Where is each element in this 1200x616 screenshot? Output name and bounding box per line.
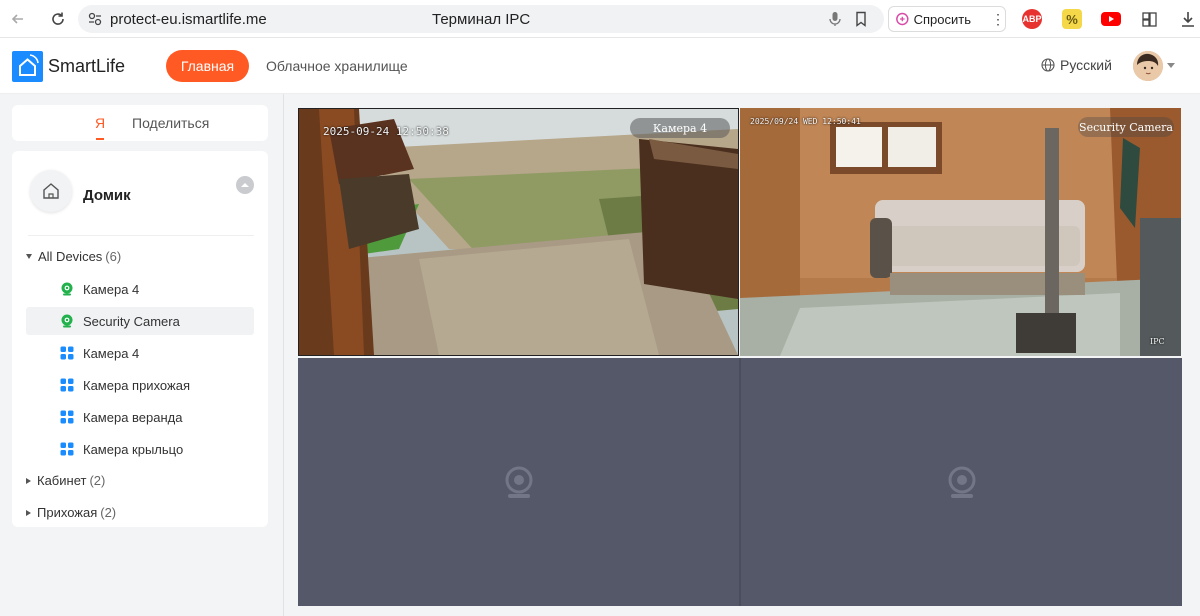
sidebar-divider (283, 94, 284, 616)
group-label: Прихожая (37, 505, 98, 520)
account-dropdown-icon[interactable] (1167, 63, 1175, 68)
ask-label: Спросить (913, 11, 971, 27)
address-bar[interactable]: protect-eu.ismartlife.me Терминал IPC (78, 5, 884, 33)
group-cabinet[interactable]: Кабинет (2) (26, 473, 105, 488)
video-watermark: IPC (1150, 337, 1165, 346)
device-grid-icon (60, 442, 74, 456)
nav-cloud-storage[interactable]: Облачное хранилище (266, 58, 408, 74)
browser-toolbar: protect-eu.ismartlife.me Терминал IPC Сп… (0, 0, 1200, 38)
url-text: protect-eu.ismartlife.me (110, 11, 267, 28)
extension-icon[interactable] (1140, 9, 1160, 29)
bookmark-icon[interactable] (854, 11, 868, 27)
nav-home-button[interactable]: Главная (166, 50, 249, 82)
chevron-down-icon (26, 254, 32, 259)
camera-online-icon (61, 282, 73, 296)
group-label: All Devices (38, 249, 103, 264)
device-item[interactable]: Камера 4 (26, 339, 254, 367)
smartlife-logo-icon[interactable] (12, 51, 43, 82)
chevron-right-icon (26, 477, 31, 484)
device-grid-icon (60, 346, 74, 360)
app-logo-text: SmartLife (48, 56, 126, 76)
app-header: SmartLife Главная Облачное хранилище Рус… (0, 38, 1200, 94)
active-tab-indicator (96, 138, 104, 140)
device-grid-icon (60, 378, 74, 392)
site-info-icon[interactable] (87, 11, 103, 27)
device-label: Камера веранда (83, 409, 183, 425)
video-cell-3[interactable] (298, 358, 739, 606)
tab-me[interactable]: Я (95, 115, 105, 131)
device-item[interactable]: Камера прихожая (26, 371, 254, 399)
video-cell-2[interactable]: 2025/09/24 WED 12:50:41 Security Camera … (740, 108, 1181, 356)
device-label: Камера крыльцо (83, 441, 184, 457)
device-grid-icon (60, 410, 74, 424)
group-count: (2) (100, 505, 117, 520)
sidebar-tabs: Я Поделиться (12, 105, 268, 141)
microphone-icon[interactable] (828, 11, 842, 27)
group-label: Кабинет (37, 473, 87, 488)
group-hallway[interactable]: Прихожая (2) (26, 505, 116, 520)
video-timestamp: 2025/09/24 WED 12:50:41 (750, 117, 861, 126)
youtube-icon[interactable] (1101, 9, 1121, 29)
divider (28, 235, 254, 236)
camera-label: Камера 4 (630, 118, 730, 138)
back-icon[interactable] (8, 9, 28, 29)
device-label: Security Camera (83, 313, 180, 329)
camera-online-icon (61, 314, 73, 328)
download-icon[interactable] (1178, 9, 1198, 29)
group-all-devices[interactable]: All Devices (6) (26, 249, 121, 264)
device-item[interactable]: Камера 4 (26, 275, 254, 303)
percent-icon[interactable]: % (1062, 9, 1082, 29)
video-feed-outdoor (299, 109, 738, 355)
camera-placeholder-icon (948, 466, 976, 498)
camera-placeholder-icon (505, 466, 533, 498)
chevron-right-icon (26, 509, 31, 516)
device-label: Камера прихожая (83, 377, 190, 393)
home-icon[interactable] (30, 170, 72, 212)
ask-icon (896, 12, 909, 26)
language-selector[interactable]: Русский (1041, 57, 1112, 73)
ask-button[interactable]: Спросить ⋮ (888, 6, 1006, 32)
abp-icon[interactable]: ABP (1022, 9, 1042, 29)
device-label: Камера 4 (83, 281, 140, 297)
video-cell-1[interactable]: 2025-09-24 12:50:38 Камера 4 (298, 108, 739, 356)
device-item-selected[interactable]: Security Camera (26, 307, 254, 335)
device-item[interactable]: Камера крыльцо (26, 435, 254, 463)
group-count: (2) (89, 473, 106, 488)
video-feed-indoor (740, 108, 1181, 356)
camera-label: Security Camera (1078, 117, 1174, 137)
globe-icon (1041, 58, 1055, 72)
device-item[interactable]: Камера веранда (26, 403, 254, 431)
grid-divider (739, 358, 741, 606)
language-label: Русский (1060, 57, 1112, 73)
tab-share[interactable]: Поделиться (132, 115, 209, 131)
reload-icon[interactable] (48, 9, 68, 29)
abp-icon-text: ABP (1022, 14, 1042, 24)
avatar[interactable] (1133, 51, 1163, 81)
device-label: Камера 4 (83, 345, 140, 361)
video-timestamp: 2025-09-24 12:50:38 (323, 125, 449, 138)
group-count: (6) (105, 249, 122, 264)
collapse-icon[interactable] (236, 176, 254, 194)
video-cell-4[interactable] (741, 358, 1182, 606)
home-name[interactable]: Домик (83, 187, 131, 204)
more-icon[interactable]: ⋮ (991, 11, 1005, 28)
page-title: Терминал IPC (432, 11, 531, 28)
